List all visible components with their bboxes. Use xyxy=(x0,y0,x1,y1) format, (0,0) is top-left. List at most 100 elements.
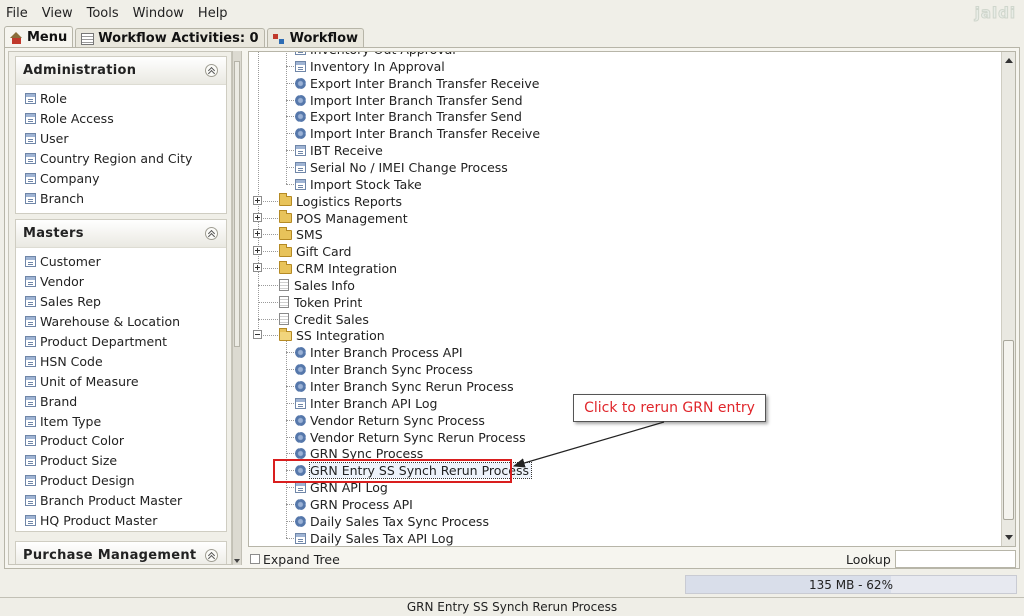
sidebar-item[interactable]: Branch xyxy=(25,188,226,208)
expand-icon[interactable] xyxy=(253,263,262,273)
tree-item-label: Import Stock Take xyxy=(310,176,422,192)
tree-item[interactable]: Token Print xyxy=(279,294,362,311)
tree-item[interactable]: Daily Sales Tax API Log xyxy=(295,530,454,546)
tree-item[interactable]: Sales Info xyxy=(279,277,355,294)
sidebar-item[interactable]: Product Design xyxy=(25,471,226,491)
menu-help[interactable]: Help xyxy=(198,6,228,21)
tree-item[interactable]: SMS xyxy=(279,226,323,243)
scrollbar-thumb[interactable] xyxy=(234,61,240,347)
tab-menu[interactable]: Menu xyxy=(4,26,74,48)
tab-workflow[interactable]: Workflow xyxy=(266,28,365,48)
sidebar-item[interactable]: Vendor xyxy=(25,272,226,292)
tree-item[interactable]: Import Inter Branch Transfer Send xyxy=(295,92,523,109)
group-header[interactable]: Purchase Management xyxy=(16,542,226,564)
checkbox[interactable] xyxy=(250,554,260,564)
sidebar-item[interactable]: Role xyxy=(25,89,226,109)
sidebar-item[interactable]: Unit of Measure xyxy=(25,371,226,391)
sidebar-item[interactable]: Product Department xyxy=(25,332,226,352)
tree-item-label: IBT Receive xyxy=(310,143,383,159)
sidebar-item[interactable]: Item Type xyxy=(25,411,226,431)
menu-tools[interactable]: Tools xyxy=(87,6,119,21)
sidebar-item-label: Warehouse & Location xyxy=(40,314,181,330)
expand-icon[interactable] xyxy=(253,195,262,205)
memory-indicator[interactable]: 135 MB - 62% xyxy=(685,575,1017,594)
form-icon xyxy=(25,173,36,184)
menu-file[interactable]: File xyxy=(6,6,28,21)
sidebar-item[interactable]: Sales Rep xyxy=(25,292,226,312)
gear-icon xyxy=(295,128,306,140)
sidebar-item[interactable]: Brand xyxy=(25,391,226,411)
lookup-input[interactable] xyxy=(895,550,1016,568)
expand-tree-checkbox[interactable]: Expand Tree xyxy=(250,552,340,567)
tree-item-label: Inter Branch Sync Process xyxy=(310,362,473,378)
group-title: Administration xyxy=(23,63,137,78)
scroll-up-arrow-icon[interactable] xyxy=(1005,58,1013,63)
expand-icon[interactable] xyxy=(253,212,262,222)
tree-item-label: Export Inter Branch Transfer Receive xyxy=(310,75,540,91)
tree-item[interactable]: Inter Branch Process API xyxy=(295,344,463,361)
group-header[interactable]: Administration xyxy=(16,57,226,85)
tree-item[interactable]: Gift Card xyxy=(279,243,351,260)
sidebar-item[interactable]: Product Size xyxy=(25,451,226,471)
tree-item[interactable]: Export Inter Branch Transfer Send xyxy=(295,108,522,125)
tree-item[interactable]: Inter Branch Sync Rerun Process xyxy=(295,378,514,395)
sidebar-item[interactable]: Company xyxy=(25,169,226,189)
tree-connector xyxy=(286,65,294,67)
sidebar-item-label: Unit of Measure xyxy=(40,373,139,389)
tree-item[interactable]: Inter Branch API Log xyxy=(295,395,437,412)
tab-menu-label: Menu xyxy=(27,30,68,45)
sidebar-item[interactable]: User xyxy=(25,129,226,149)
sidebar-item[interactable]: Product Color xyxy=(25,431,226,451)
menu-view[interactable]: View xyxy=(42,6,73,21)
group-purchase-management: Purchase Management xyxy=(15,541,227,564)
tree-item[interactable]: IBT Receive xyxy=(295,142,383,159)
tree-item[interactable]: Logistics Reports xyxy=(279,193,402,210)
tab-workflow-label: Workflow xyxy=(289,31,359,46)
sidebar-item-label: Customer xyxy=(40,254,101,270)
sidebar-item[interactable]: Country Region and City xyxy=(25,149,226,169)
tree-item[interactable]: Import Stock Take xyxy=(295,176,422,193)
tree-item-label: Gift Card xyxy=(296,244,352,260)
tree-item[interactable]: CRM Integration xyxy=(279,260,397,277)
tree-item[interactable]: Credit Sales xyxy=(279,311,369,328)
form-icon xyxy=(25,515,36,527)
group-title: Purchase Management xyxy=(23,548,197,563)
tree-item[interactable]: Vendor Return Sync Rerun Process xyxy=(295,429,526,446)
expand-icon[interactable] xyxy=(253,246,262,256)
tree-item[interactable]: Serial No / IMEI Change Process xyxy=(295,159,508,176)
tree-item[interactable]: Import Inter Branch Transfer Receive xyxy=(295,125,540,142)
sidebar-item[interactable]: HQ Product Master xyxy=(25,511,226,531)
tree-item[interactable]: Vendor Return Sync Process xyxy=(295,412,485,429)
tree-item[interactable]: GRN Process API xyxy=(295,496,413,513)
form-icon xyxy=(25,93,36,105)
tree-item[interactable]: Daily Sales Tax Sync Process xyxy=(295,513,489,530)
collapse-icon[interactable] xyxy=(205,549,218,562)
tree-connector xyxy=(286,82,294,84)
collapse-icon[interactable] xyxy=(253,330,262,340)
sidebar-item[interactable]: Role Access xyxy=(25,109,226,129)
tree-item[interactable]: SS Integration xyxy=(279,327,385,344)
collapse-icon[interactable] xyxy=(205,227,218,240)
scroll-down-arrow-icon[interactable] xyxy=(234,559,240,563)
tab-workflow-activities[interactable]: Workflow Activities: 0 xyxy=(75,28,265,48)
sidebar-item[interactable]: Branch Product Master xyxy=(25,491,226,511)
sidebar-item[interactable]: Warehouse & Location xyxy=(25,312,226,332)
scrollbar-thumb[interactable] xyxy=(1003,340,1014,520)
tree-item[interactable]: Inventory In Approval xyxy=(295,58,445,75)
menu-window[interactable]: Window xyxy=(133,6,184,21)
tree-item-label: Import Inter Branch Transfer Send xyxy=(310,92,523,108)
group-header[interactable]: Masters xyxy=(16,220,226,248)
document-icon xyxy=(81,32,95,45)
sidebar-scrollbar[interactable] xyxy=(232,51,242,565)
tree-item[interactable]: Export Inter Branch Transfer Receive xyxy=(295,75,539,92)
tree-scrollbar[interactable] xyxy=(1001,52,1015,546)
scroll-down-arrow-icon[interactable] xyxy=(1005,535,1013,540)
expand-icon[interactable] xyxy=(253,229,262,239)
tree-item[interactable]: Inter Branch Sync Process xyxy=(295,361,473,378)
form-icon xyxy=(25,415,36,427)
sidebar-item[interactable]: Customer xyxy=(25,252,226,272)
collapse-icon[interactable] xyxy=(205,64,218,77)
sidebar-item[interactable]: HSN Code xyxy=(25,351,226,371)
tree-item[interactable]: POS Management xyxy=(279,210,408,227)
tree-connector xyxy=(258,52,259,336)
